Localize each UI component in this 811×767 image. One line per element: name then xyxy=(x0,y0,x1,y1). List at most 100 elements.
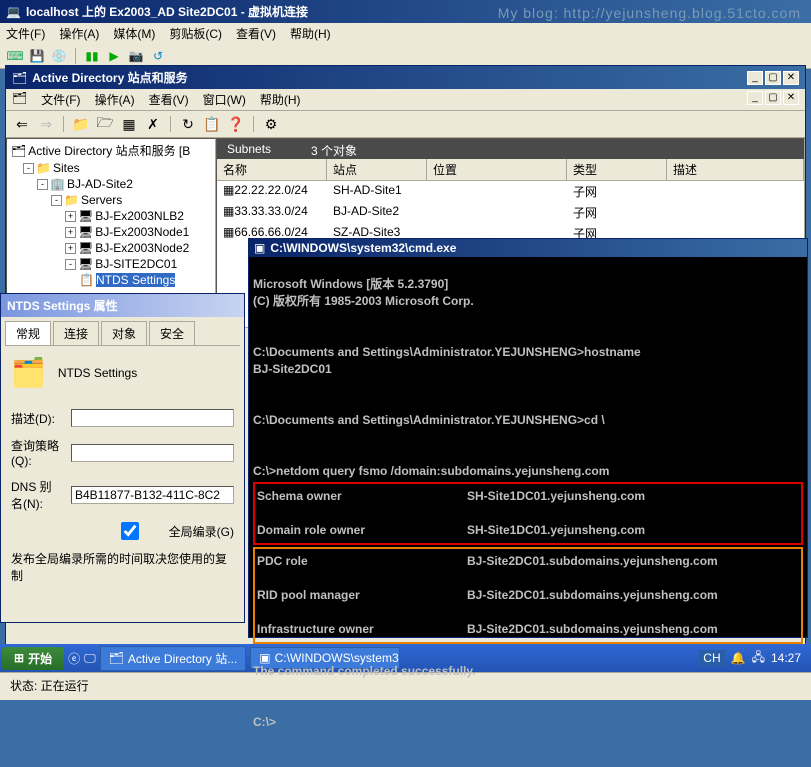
list-pane-name: Subnets xyxy=(227,142,271,156)
quick-desktop-icon[interactable]: 🖵 xyxy=(84,651,96,666)
ntds-heading: NTDS Settings xyxy=(58,366,137,380)
vm-snapshot-icon[interactable]: 📷 xyxy=(127,47,145,65)
vm-menu-view[interactable]: 查看(V) xyxy=(236,25,276,42)
props-tabs: 常规 连接 对象 安全 xyxy=(1,317,244,345)
tab-security[interactable]: 安全 xyxy=(149,321,195,345)
fsmo-forest-roles-box: Schema ownerSH-Site1DC01.yejunsheng.com … xyxy=(253,482,803,545)
refresh-icon[interactable]: ↻ xyxy=(178,114,198,134)
gc-note: 发布全局编录所需的时间取决您使用的复制 xyxy=(11,550,234,584)
tree-servers[interactable]: -📁Servers xyxy=(9,192,213,208)
props-title: NTDS Settings 属性 xyxy=(1,294,244,317)
cmd-output: Microsoft Windows [版本 5.2.3790](C) 版权所有 … xyxy=(249,257,807,767)
vm-menu-media[interactable]: 媒体(M) xyxy=(113,25,155,42)
start-button[interactable]: ⊞ 开始 xyxy=(2,647,64,670)
cmd-titlebar: ▣ C:\WINDOWS\system32\cmd.exe xyxy=(249,239,807,257)
collapse-icon[interactable]: - xyxy=(37,179,48,190)
list-row[interactable]: ▦22.22.22.0/24 SH-AD-Site1 子网 xyxy=(217,181,804,202)
col-site[interactable]: 站点 xyxy=(327,159,427,180)
vm-play-icon[interactable]: ▶ xyxy=(105,47,123,65)
ad-titlebar: 🗂 Active Directory 站点和服务 _ ▢ ✕ xyxy=(6,66,805,89)
desc-label: 描述(D): xyxy=(11,410,61,427)
fsmo-domain-roles-box: PDC roleBJ-Site2DC01.subdomains.yejunshe… xyxy=(253,547,803,644)
ntds-icon: 🗂️ xyxy=(11,356,46,389)
tree-site2[interactable]: -🏢BJ-AD-Site2 xyxy=(9,176,213,192)
tree-node1[interactable]: +🖥BJ-Ex2003Node1 xyxy=(9,224,213,240)
vm-revert-icon[interactable]: ↺ xyxy=(149,47,167,65)
ad-menubar: 🗂 文件(F) 操作(A) 查看(V) 窗口(W) 帮助(H) _ ▢ ✕ xyxy=(6,89,805,111)
cmd-window[interactable]: ▣ C:\WINDOWS\system32\cmd.exe Microsoft … xyxy=(248,238,808,638)
quick-ie-icon[interactable]: ⓔ xyxy=(68,650,80,667)
child-minimize-button[interactable]: _ xyxy=(747,91,763,105)
vm-menu-clipboard[interactable]: 剪贴板(C) xyxy=(169,25,222,42)
expand-icon[interactable]: + xyxy=(65,243,76,254)
tab-general[interactable]: 常规 xyxy=(5,321,51,345)
child-restore-button[interactable]: ▢ xyxy=(765,91,781,105)
vm-pause-icon[interactable]: ▮▮ xyxy=(83,47,101,65)
list-columns: 名称 站点 位置 类型 描述 xyxy=(217,159,804,181)
subnet-icon: ▦ xyxy=(223,225,234,239)
dns-input[interactable] xyxy=(71,486,234,504)
export-icon[interactable]: 📋 xyxy=(202,114,222,134)
tree-sites[interactable]: -📁Sites xyxy=(9,160,213,176)
ad-toolbar: ⇐ ⇒ 📁 🗁 ▦ ✗ ↻ 📋 ❓ ⚙ xyxy=(6,111,805,138)
ad-menu-window[interactable]: 窗口(W) xyxy=(203,91,246,108)
tree-nlb2[interactable]: +🖥BJ-Ex2003NLB2 xyxy=(9,208,213,224)
vm-menu-file[interactable]: 文件(F) xyxy=(6,25,45,42)
gc-label: 全局编录(G) xyxy=(169,523,234,540)
vm-menubar: 文件(F) 操作(A) 媒体(M) 剪贴板(C) 查看(V) 帮助(H) xyxy=(0,23,811,44)
query-label: 查询策略(Q): xyxy=(11,437,61,468)
prop-icon[interactable]: ▦ xyxy=(119,114,139,134)
vm-disk-icon[interactable]: 💾 xyxy=(28,47,46,65)
back-icon[interactable]: ⇐ xyxy=(12,114,32,134)
collapse-icon[interactable]: - xyxy=(51,195,62,206)
tree-dc01[interactable]: -🖥BJ-SITE2DC01 xyxy=(9,256,213,272)
collapse-icon[interactable]: - xyxy=(23,163,34,174)
query-input[interactable] xyxy=(71,444,234,462)
help-icon[interactable]: ❓ xyxy=(226,114,246,134)
vm-ctrl-alt-del-icon[interactable]: ⌨ xyxy=(6,47,24,65)
vm-menu-help[interactable]: 帮助(H) xyxy=(290,25,331,42)
ad-menu-file[interactable]: 文件(F) xyxy=(41,91,80,108)
folder-icon[interactable]: 🗁 xyxy=(95,114,115,134)
subnet-icon: ▦ xyxy=(223,204,234,218)
up-icon[interactable]: 📁 xyxy=(71,114,91,134)
tree-node2[interactable]: +🖥BJ-Ex2003Node2 xyxy=(9,240,213,256)
collapse-icon[interactable]: - xyxy=(65,259,76,270)
expand-icon[interactable]: + xyxy=(65,227,76,238)
list-count: 3 个对象 xyxy=(311,142,357,156)
forward-icon[interactable]: ⇒ xyxy=(36,114,56,134)
col-desc[interactable]: 描述 xyxy=(667,159,804,180)
dns-label: DNS 别名(N): xyxy=(11,478,61,512)
windows-logo-icon: ⊞ xyxy=(14,651,24,665)
tab-object[interactable]: 对象 xyxy=(101,321,147,345)
ad-menu-help[interactable]: 帮助(H) xyxy=(260,91,301,108)
col-name[interactable]: 名称 xyxy=(217,159,327,180)
tree-ntds-settings[interactable]: 📋NTDS Settings xyxy=(9,272,213,288)
tree-root[interactable]: 🗂Active Directory 站点和服务 [B xyxy=(9,141,213,160)
col-location[interactable]: 位置 xyxy=(427,159,567,180)
ad-menu-icon: 🗂 xyxy=(12,91,27,108)
watermark-text: My blog: http://yejunsheng.blog.51cto.co… xyxy=(498,5,801,21)
close-button[interactable]: ✕ xyxy=(783,71,799,85)
maximize-button[interactable]: ▢ xyxy=(765,71,781,85)
vm-icon: 💻 xyxy=(6,5,21,19)
gc-checkbox[interactable] xyxy=(101,522,159,540)
tree-root-icon: 🗂 xyxy=(11,144,26,158)
list-row[interactable]: ▦33.33.33.0/24 BJ-AD-Site2 子网 xyxy=(217,202,804,223)
delete-icon[interactable]: ✗ xyxy=(143,114,163,134)
task-ad-sites[interactable]: 🗂 Active Directory 站... xyxy=(100,646,247,671)
child-close-button[interactable]: ✕ xyxy=(783,91,799,105)
ad-menu-view[interactable]: 查看(V) xyxy=(149,91,189,108)
col-type[interactable]: 类型 xyxy=(567,159,667,180)
settings-icon[interactable]: ⚙ xyxy=(261,114,281,134)
minimize-button[interactable]: _ xyxy=(747,71,763,85)
cmd-icon: ▣ xyxy=(254,241,265,255)
ad-menu-action[interactable]: 操作(A) xyxy=(95,91,135,108)
tab-connection[interactable]: 连接 xyxy=(53,321,99,345)
vm-disk2-icon[interactable]: 💿 xyxy=(50,47,68,65)
vm-menu-action[interactable]: 操作(A) xyxy=(59,25,99,42)
desc-input[interactable] xyxy=(71,409,234,427)
expand-icon[interactable]: + xyxy=(65,211,76,222)
task-ad-icon: 🗂 xyxy=(109,651,124,665)
ad-app-icon: 🗂 xyxy=(12,71,27,85)
